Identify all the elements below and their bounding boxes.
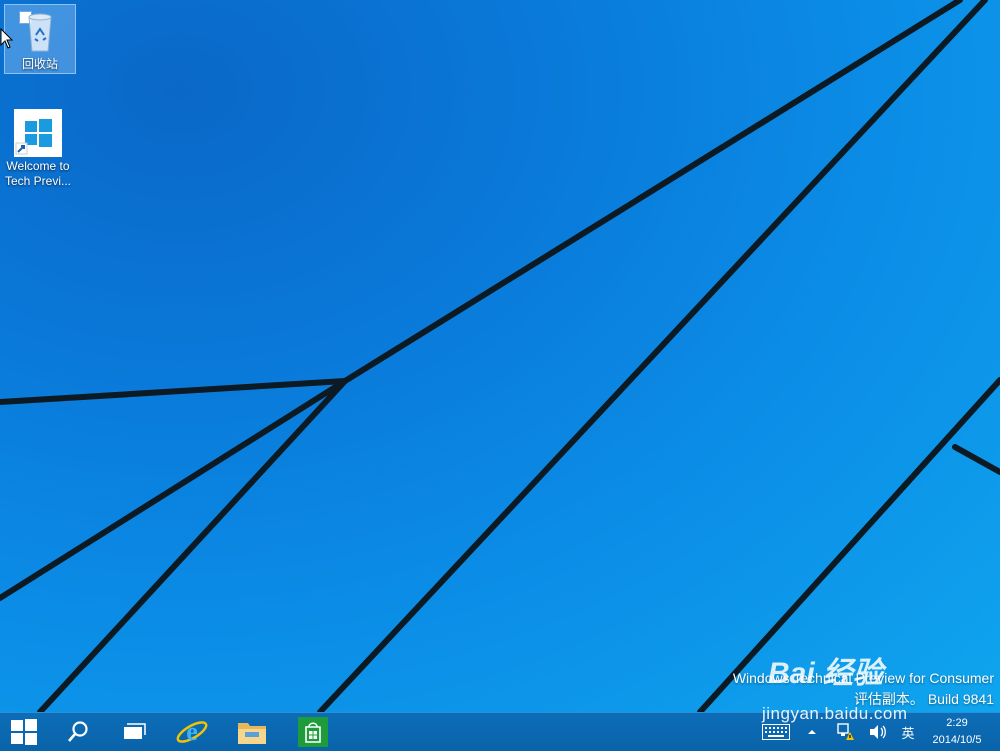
welcome-label-line2: Tech Previ...	[4, 174, 72, 188]
task-view-button[interactable]	[110, 713, 158, 751]
internet-explorer-button[interactable]: e	[168, 713, 216, 751]
store-icon	[298, 717, 328, 747]
file-explorer-button[interactable]	[228, 713, 276, 751]
clock[interactable]: 2:29 2014/10/5	[922, 715, 992, 749]
svg-text:e: e	[186, 717, 198, 746]
wallpaper-lines	[0, 0, 1000, 712]
clock-date: 2014/10/5	[932, 734, 982, 746]
start-button[interactable]	[0, 713, 48, 751]
search-button[interactable]	[54, 713, 102, 751]
clock-time: 2:29	[946, 717, 968, 729]
chevron-up-icon	[808, 730, 816, 734]
search-icon	[68, 721, 88, 742]
network-warning-icon	[837, 723, 854, 740]
desktop[interactable]: 回收站 Welcome to Tech Previ... Windows Tec…	[0, 0, 1000, 712]
windows-logo-shortcut-icon	[14, 109, 62, 157]
store-button[interactable]	[289, 713, 337, 751]
welcome-shortcut-desktop-icon[interactable]: Welcome to Tech Previ...	[3, 107, 73, 189]
ime-label: 英	[901, 725, 915, 741]
task-view-icon	[124, 723, 146, 739]
speaker-icon	[870, 725, 886, 739]
ie-icon: e	[176, 717, 208, 746]
folder-icon	[238, 723, 266, 744]
recycle-bin-icon	[16, 7, 64, 55]
baidu-logo-overlay: Bai 经验	[768, 657, 884, 690]
windows-start-icon	[11, 719, 37, 745]
mouse-cursor-icon	[0, 28, 14, 49]
recycle-bin-desktop-icon[interactable]: 回收站	[4, 4, 76, 74]
baidu-url-overlay: jingyan.baidu.com	[762, 704, 908, 723]
welcome-label-line1: Welcome to	[6, 159, 70, 173]
keyboard-icon	[762, 724, 790, 740]
recycle-bin-label: 回收站	[21, 57, 58, 71]
